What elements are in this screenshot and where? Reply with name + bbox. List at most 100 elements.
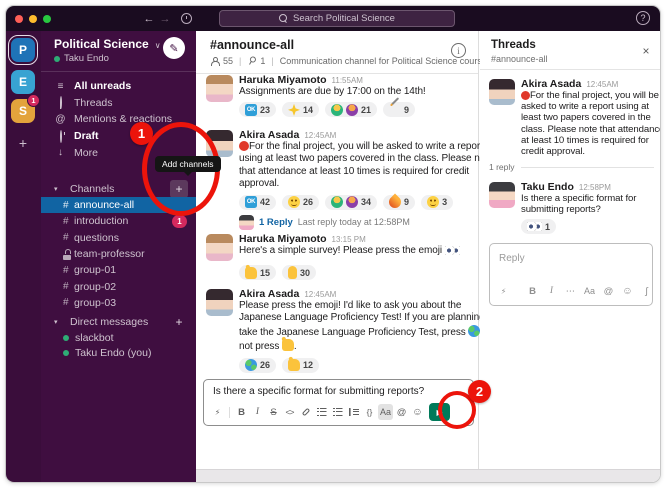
bulleted-list-icon[interactable] xyxy=(330,404,345,420)
more-formatting-icon[interactable]: ⋯ xyxy=(563,283,578,299)
add-dm-button[interactable]: + xyxy=(170,313,188,331)
history-forward-icon[interactable]: → xyxy=(157,13,173,25)
ordered-list-icon[interactable] xyxy=(314,404,329,420)
message-author[interactable]: Akira Asada xyxy=(521,78,581,90)
reaction-point-up[interactable]: 30 xyxy=(282,265,316,280)
channel-title[interactable]: #announce-all xyxy=(210,38,294,52)
reply-placeholder[interactable]: Reply xyxy=(499,253,525,264)
reaction-woman-gesturing-ok[interactable]: 34 xyxy=(325,195,377,210)
section-collapse-icon[interactable]: ▾ xyxy=(54,185,63,193)
reaction-thumbs-up[interactable]: 15 xyxy=(239,265,276,280)
members-icon[interactable] xyxy=(210,57,219,66)
pin-count[interactable]: 1 xyxy=(260,56,265,66)
pin-icon[interactable] xyxy=(245,54,258,67)
bold-icon[interactable]: B xyxy=(525,283,540,299)
ok-emoji-icon: OK xyxy=(245,196,257,208)
globe-emoji-icon xyxy=(468,325,480,337)
reaction-wink[interactable]: 3 xyxy=(421,195,453,210)
thread-reply-link[interactable]: 1 Reply xyxy=(259,217,293,228)
channel-item-group-01[interactable]: # group-01 xyxy=(41,262,196,278)
avatar[interactable] xyxy=(489,182,515,208)
close-icon[interactable]: × xyxy=(638,43,654,59)
text-format-toggle[interactable]: Aa xyxy=(378,404,393,420)
workspace-switcher-s[interactable]: S 1 xyxy=(11,99,35,123)
italic-icon[interactable]: I xyxy=(544,283,559,299)
avatar[interactable] xyxy=(206,75,233,102)
reaction-woman-gesturing-ok[interactable]: 21 xyxy=(325,102,377,117)
member-count[interactable]: 55 xyxy=(223,56,233,66)
code-block-icon[interactable]: {} xyxy=(362,404,377,420)
message-time: 11:55AM xyxy=(332,76,363,85)
dm-item-slackbot[interactable]: slackbot xyxy=(41,330,196,345)
thread-summary[interactable]: 1 Reply Last reply today at 12:58PM xyxy=(239,215,472,230)
avatar[interactable] xyxy=(489,79,515,105)
sidebar-item-all-unreads[interactable]: ≡ All unreads xyxy=(54,78,196,95)
section-collapse-icon[interactable]: ▾ xyxy=(54,318,63,326)
composer-input[interactable]: Is there a specific format for submittin… xyxy=(213,386,465,397)
annotation-step-2-badge: 2 xyxy=(468,380,491,403)
channel-item-group-03[interactable]: # group-03 xyxy=(41,295,196,311)
search-input[interactable]: Search Political Science xyxy=(219,10,455,27)
history-back-icon[interactable]: ← xyxy=(141,13,157,25)
reaction-fire[interactable]: 9 xyxy=(383,195,415,210)
reaction-smile[interactable]: 26 xyxy=(282,195,319,210)
link-icon[interactable] xyxy=(298,404,313,420)
close-window-button[interactable] xyxy=(15,15,23,23)
add-channels-tooltip: Add channels xyxy=(155,156,221,172)
emoji-picker-icon[interactable]: ☺ xyxy=(620,283,635,299)
shortcuts-lightning-icon[interactable]: ⚡ xyxy=(496,283,511,299)
mention-icon[interactable]: @ xyxy=(601,283,616,299)
sidebar-item-threads[interactable]: Threads xyxy=(54,95,196,112)
history-clock-icon[interactable] xyxy=(181,13,192,24)
message-author[interactable]: Haruka Miyamoto xyxy=(239,233,327,245)
help-icon[interactable]: ? xyxy=(636,11,650,25)
message-time: 12:45AM xyxy=(586,80,618,89)
avatar[interactable] xyxy=(206,234,233,261)
code-icon[interactable]: <> xyxy=(282,404,297,420)
unread-badge: 1 xyxy=(27,94,40,107)
minimize-window-button[interactable] xyxy=(29,15,37,23)
italic-icon[interactable]: I xyxy=(250,404,265,420)
dm-item-taku-endo[interactable]: Taku Endo (you) xyxy=(41,345,196,360)
message-author[interactable]: Haruka Miyamoto xyxy=(239,74,327,86)
channel-item-group-02[interactable]: # group-02 xyxy=(41,278,196,294)
thread-reply-message: Taku Endo12:58PM Is there a specific for… xyxy=(489,181,656,234)
avatar[interactable] xyxy=(206,289,233,316)
reaction-ok-button[interactable]: OK42 xyxy=(239,195,276,210)
channel-item-questions[interactable]: # questions xyxy=(41,230,196,246)
message-time: 12:58PM xyxy=(579,183,611,192)
mention-icon[interactable]: @ xyxy=(394,404,409,420)
workspace-switcher-e[interactable]: E xyxy=(11,70,35,94)
message-author[interactable]: Taku Endo xyxy=(521,181,574,193)
shortcuts-lightning-icon[interactable]: ⚡ xyxy=(210,404,225,420)
paperclip-icon[interactable]: ∫ xyxy=(639,283,654,299)
bold-icon[interactable]: B xyxy=(234,404,249,420)
reaction-globe[interactable]: 26 xyxy=(239,358,276,373)
channel-info-icon[interactable]: i xyxy=(451,43,466,58)
add-workspace-button[interactable]: + xyxy=(11,131,35,155)
message-author[interactable]: Akira Asada xyxy=(239,129,299,141)
workspace-switcher-p[interactable]: P xyxy=(11,38,35,62)
chevron-down-icon: ∨ xyxy=(155,41,161,50)
reaction-pencil[interactable]: 9 xyxy=(383,102,415,117)
maximize-window-button[interactable] xyxy=(43,15,51,23)
dm-section-header[interactable]: ▾ Direct messages + xyxy=(54,313,188,331)
blockquote-icon[interactable] xyxy=(346,404,361,420)
new-message-button[interactable]: ✎ xyxy=(163,37,185,59)
emoji-picker-icon[interactable]: ☺ xyxy=(410,404,425,420)
thread-reply-composer[interactable]: Reply ⚡ B I ⋯ Aa @ ☺ ∫ xyxy=(489,243,653,306)
message-author[interactable]: Akira Asada xyxy=(239,288,299,300)
strikethrough-icon[interactable]: S xyxy=(266,404,281,420)
reaction-eyes[interactable]: 1 xyxy=(521,219,556,234)
message: Haruka Miyamoto11:55AM Assignments are d… xyxy=(206,74,472,117)
channel-item-introduction[interactable]: # introduction 1 xyxy=(41,213,196,229)
channel-item-team-professor[interactable]: team-professor xyxy=(41,246,196,262)
text-format-toggle[interactable]: Aa xyxy=(582,283,597,299)
reaction-sparkles[interactable]: 14 xyxy=(282,102,319,117)
meta-separator: | xyxy=(271,56,273,66)
reaction-ok-button[interactable]: OK23 xyxy=(239,102,276,117)
workspace-name-button[interactable]: Political Science∨ xyxy=(54,37,161,51)
reactions: 15 30 xyxy=(239,265,472,280)
message-composer[interactable]: Is there a specific format for submittin… xyxy=(203,379,474,426)
reaction-thumbs-up[interactable]: 12 xyxy=(282,358,319,373)
